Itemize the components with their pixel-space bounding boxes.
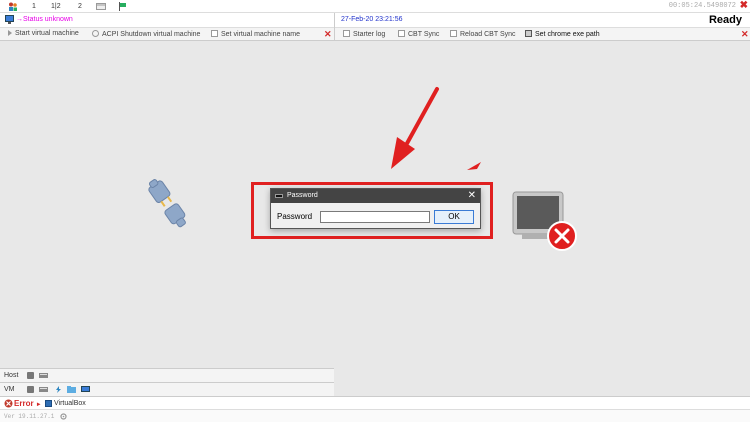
error-row: Error ► VirtualBox [0, 396, 750, 409]
virtualbox-label[interactable]: VirtualBox [54, 400, 86, 407]
status-text: →Status unknown [16, 16, 73, 23]
virtualbox-icon [45, 400, 52, 407]
datetime-text: 27-Feb-20 23:21:56 [341, 16, 403, 23]
status-row: →Status unknown 27-Feb-20 23:21:56 Ready [0, 13, 750, 28]
error-label-text: Error [14, 399, 34, 408]
disconnected-plug-icon [148, 179, 186, 228]
document-icon [343, 30, 350, 37]
document-icon [450, 30, 457, 37]
users-icon[interactable] [8, 2, 18, 11]
start-vm-button[interactable]: Start virtual machine [8, 30, 79, 37]
toolbar-row: Start virtual machine ACPI Shutdown virt… [0, 28, 750, 41]
annotation-arrow-small [467, 162, 481, 170]
vm-keyboard-icon[interactable] [39, 386, 48, 393]
vm-error-monitor-icon [512, 191, 577, 251]
folder-icon[interactable] [67, 386, 76, 393]
printer-icon [525, 30, 532, 37]
elapsed-timer: 00:05:24.5498072 [668, 2, 736, 10]
host-label: Host [4, 372, 19, 379]
layout-1-button[interactable]: 1 [32, 2, 36, 11]
starter-log-label: Starter log [353, 31, 386, 38]
display-icon[interactable] [81, 386, 90, 393]
ok-button[interactable]: OK [434, 210, 474, 224]
cbt-sync-button[interactable]: CBT Sync [398, 30, 439, 38]
error-icon [4, 399, 13, 408]
console-icon [275, 194, 283, 198]
ready-label: Ready [708, 14, 742, 26]
vm-label: VM [4, 386, 15, 393]
top-bar: 1 1|2 2 00:05:24.5498072 ✖ [0, 0, 750, 13]
document-icon [398, 30, 405, 37]
document-icon [211, 30, 218, 37]
arrow-icon [8, 30, 12, 36]
host-db-icon[interactable] [26, 372, 35, 379]
start-vm-label: Start virtual machine [15, 30, 79, 37]
set-vm-name-button[interactable]: Set virtual machine name [211, 30, 300, 38]
starter-log-button[interactable]: Starter log [343, 30, 385, 38]
set-vm-name-label: Set virtual machine name [221, 31, 300, 38]
set-chrome-path-label: Set chrome exe path [535, 31, 600, 38]
cbt-sync-label: CBT Sync [408, 31, 440, 38]
lightning-icon[interactable] [54, 386, 63, 393]
settings-icon[interactable] [60, 413, 67, 420]
layout-2-button[interactable]: 2 [78, 2, 82, 11]
reload-cbt-sync-button[interactable]: Reload CBT Sync [450, 30, 516, 38]
flag-icon[interactable] [119, 2, 127, 11]
dialog-close-icon[interactable]: ✕ [468, 189, 476, 203]
vm-row: VM [0, 382, 334, 396]
power-icon [92, 30, 99, 37]
monitor-icon [5, 15, 14, 24]
dialog-titlebar[interactable]: Password ✕ [271, 189, 480, 203]
acpi-shutdown-label: ACPI Shutdown virtual machine [102, 31, 201, 38]
set-chrome-path-button[interactable]: Set chrome exe path [525, 30, 600, 38]
password-input[interactable] [320, 211, 430, 223]
panel-divider [334, 13, 335, 41]
dialog-title: Password [287, 192, 318, 199]
close-left-toolbar-icon[interactable]: ✕ [324, 29, 332, 40]
vm-db-icon[interactable] [26, 386, 35, 393]
host-keyboard-icon[interactable] [39, 372, 48, 379]
acpi-shutdown-button[interactable]: ACPI Shutdown virtual machine [92, 30, 200, 38]
annotation-arrow [391, 87, 439, 169]
window-icon[interactable] [96, 3, 106, 10]
error-label[interactable]: Error ► [14, 399, 42, 408]
layout-1-2-button[interactable]: 1|2 [51, 2, 61, 11]
version-text: Ver 19.11.27.1 [4, 413, 55, 420]
version-row: Ver 19.11.27.1 [0, 409, 750, 422]
password-dialog: Password ✕ Password OK [270, 188, 481, 229]
close-app-icon[interactable]: ✖ [740, 0, 748, 12]
password-label: Password [277, 212, 313, 221]
reload-cbt-sync-label: Reload CBT Sync [460, 31, 516, 38]
host-row: Host [0, 368, 334, 382]
close-right-toolbar-icon[interactable]: ✕ [741, 29, 749, 40]
error-arrow: ► [35, 402, 42, 408]
